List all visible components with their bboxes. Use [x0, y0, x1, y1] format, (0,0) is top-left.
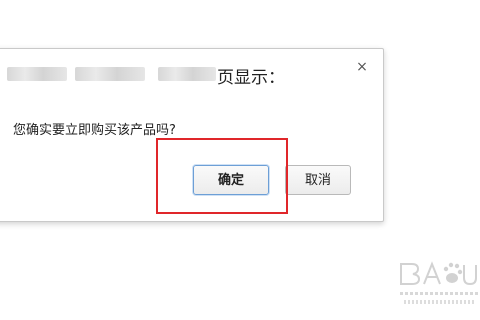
- dialog-title: 页显示：: [0, 61, 335, 89]
- watermark-logo: [398, 256, 480, 312]
- paw-logo-icon: [400, 261, 477, 286]
- blurred-url-text: [7, 67, 67, 81]
- highlight-annotation-box: [156, 138, 288, 214]
- blurred-url-text: [75, 67, 145, 81]
- watermark-url: [404, 300, 474, 304]
- watermark-subtext: [400, 292, 480, 295]
- dialog-message: 您确实要立即购买该产品吗?: [13, 123, 176, 138]
- blurred-url-text: [158, 67, 216, 81]
- close-icon[interactable]: ×: [354, 59, 370, 75]
- dialog-title-text: 页显示：: [217, 68, 285, 88]
- cancel-button[interactable]: 取消: [285, 165, 351, 195]
